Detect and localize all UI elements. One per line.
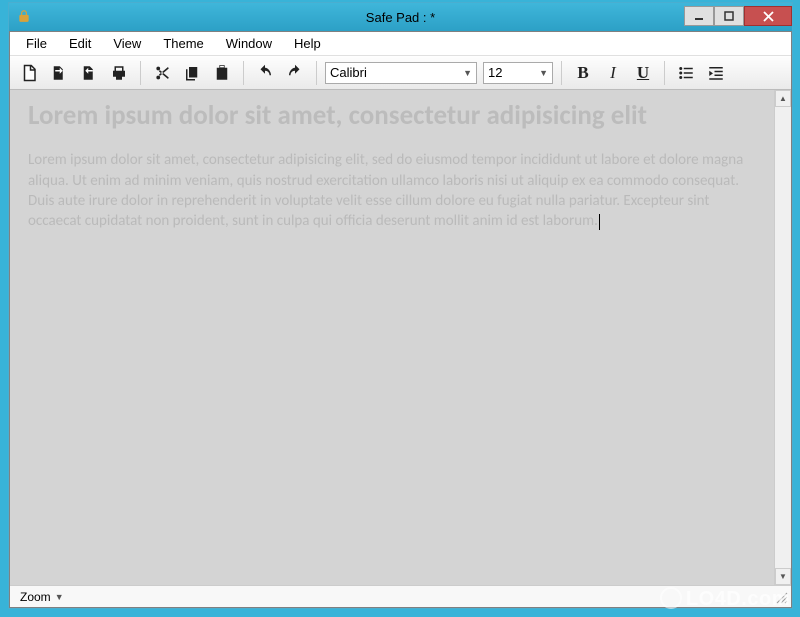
save-button[interactable] — [76, 60, 102, 86]
chevron-down-icon: ▼ — [55, 592, 64, 602]
maximize-button[interactable] — [714, 6, 744, 26]
italic-button[interactable]: I — [600, 60, 626, 86]
font-family-select[interactable]: Calibri ▼ — [325, 62, 477, 84]
content-area: Lorem ipsum dolor sit amet, consectetur … — [10, 90, 791, 585]
toolbar-separator — [561, 61, 562, 85]
font-family-value: Calibri — [330, 65, 367, 80]
scroll-up-button[interactable]: ▲ — [775, 90, 791, 107]
globe-icon — [660, 587, 682, 609]
menu-theme[interactable]: Theme — [153, 33, 213, 54]
toolbar-separator — [316, 61, 317, 85]
vertical-scrollbar[interactable]: ▲ ▼ — [774, 90, 791, 585]
chevron-down-icon: ▼ — [539, 68, 548, 78]
text-editor[interactable]: Lorem ipsum dolor sit amet, consectetur … — [10, 90, 774, 585]
window-title: Safe Pad : * — [366, 10, 435, 25]
text-cursor — [599, 214, 600, 230]
window-buttons — [684, 6, 792, 28]
scroll-track[interactable] — [775, 107, 791, 568]
watermark: LO4D.com — [660, 588, 790, 611]
toolbar: Calibri ▼ 12 ▼ B I U — [10, 56, 791, 90]
chevron-down-icon: ▼ — [463, 68, 472, 78]
bold-button[interactable]: B — [570, 60, 596, 86]
toolbar-separator — [140, 61, 141, 85]
menu-view[interactable]: View — [103, 33, 151, 54]
zoom-dropdown[interactable]: Zoom ▼ — [16, 590, 68, 604]
indent-button[interactable] — [703, 60, 729, 86]
font-size-select[interactable]: 12 ▼ — [483, 62, 553, 84]
app-body: File Edit View Theme Window Help — [9, 31, 792, 608]
document-body: Lorem ipsum dolor sit amet, consectetur … — [28, 151, 743, 230]
paste-button[interactable] — [209, 60, 235, 86]
close-button[interactable] — [744, 6, 792, 26]
redo-button[interactable] — [282, 60, 308, 86]
menu-edit[interactable]: Edit — [59, 33, 101, 54]
lock-icon — [17, 9, 31, 26]
copy-button[interactable] — [179, 60, 205, 86]
undo-button[interactable] — [252, 60, 278, 86]
app-window: Safe Pad : * File Edit View Theme Window… — [8, 2, 793, 609]
new-button[interactable] — [16, 60, 42, 86]
document-heading: Lorem ipsum dolor sit amet, consectetur … — [28, 100, 756, 132]
menu-help[interactable]: Help — [284, 33, 331, 54]
titlebar[interactable]: Safe Pad : * — [9, 3, 792, 31]
cut-button[interactable] — [149, 60, 175, 86]
print-button[interactable] — [106, 60, 132, 86]
bullet-list-button[interactable] — [673, 60, 699, 86]
scroll-down-button[interactable]: ▼ — [775, 568, 791, 585]
open-button[interactable] — [46, 60, 72, 86]
underline-button[interactable]: U — [630, 60, 656, 86]
minimize-button[interactable] — [684, 6, 714, 26]
menubar: File Edit View Theme Window Help — [10, 32, 791, 56]
toolbar-separator — [243, 61, 244, 85]
font-size-value: 12 — [488, 65, 502, 80]
menu-file[interactable]: File — [16, 33, 57, 54]
zoom-label: Zoom — [20, 590, 51, 604]
watermark-text: LO4D.com — [686, 588, 790, 610]
menu-window[interactable]: Window — [216, 33, 282, 54]
toolbar-separator — [664, 61, 665, 85]
